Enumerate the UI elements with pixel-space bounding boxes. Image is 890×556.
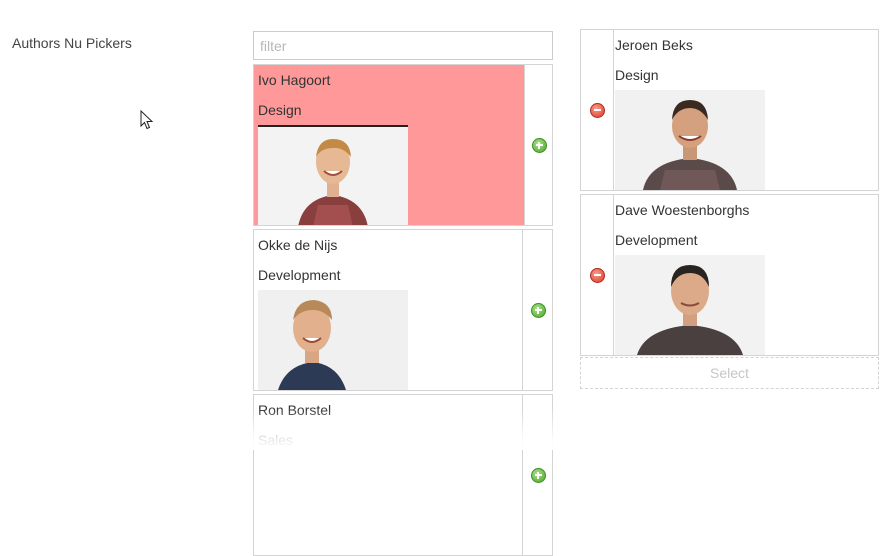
available-item-content[interactable]: Okke de Nijs Development [254,230,522,390]
item-name: Dave Woestenborghs [615,202,750,218]
selected-item[interactable]: Dave Woestenborghs Development [580,194,879,356]
portrait-photo [258,290,408,390]
available-item[interactable]: Ron Borstel Sales [253,394,553,556]
available-item-content[interactable]: Ivo Hagoort Design [254,65,524,225]
add-action[interactable] [522,395,552,555]
add-icon[interactable] [531,138,547,153]
remove-icon[interactable] [590,268,605,283]
item-department: Development [615,232,698,248]
add-icon[interactable] [530,303,546,318]
item-department: Sales [258,432,294,448]
filter-input[interactable] [253,31,553,60]
select-button[interactable]: Select [580,357,879,389]
remove-action[interactable] [581,195,614,355]
item-name: Jeroen Beks [615,37,693,53]
available-item[interactable]: Ivo Hagoort Design [253,64,553,226]
item-department: Design [615,67,659,83]
selected-item-content[interactable]: Dave Woestenborghs Development [614,195,878,355]
available-item-content[interactable]: Ron Borstel Sales [254,395,522,555]
property-label: Authors Nu Pickers [12,35,132,51]
add-action[interactable] [524,65,552,225]
selected-item[interactable]: Jeroen Beks Design [580,29,879,191]
portrait-photo [615,255,765,355]
add-icon[interactable] [530,468,546,483]
item-name: Okke de Nijs [258,237,338,253]
item-department: Development [258,267,341,283]
remove-action[interactable] [581,30,614,190]
available-item[interactable]: Okke de Nijs Development [253,229,553,391]
item-department: Design [258,102,302,118]
add-action[interactable] [522,230,552,390]
item-name: Ivo Hagoort [258,72,331,88]
item-name: Ron Borstel [258,402,332,418]
remove-icon[interactable] [590,103,605,118]
portrait-photo [615,90,765,190]
mouse-pointer-icon [140,110,154,130]
selected-item-content[interactable]: Jeroen Beks Design [614,30,878,190]
portrait-photo [258,125,408,225]
